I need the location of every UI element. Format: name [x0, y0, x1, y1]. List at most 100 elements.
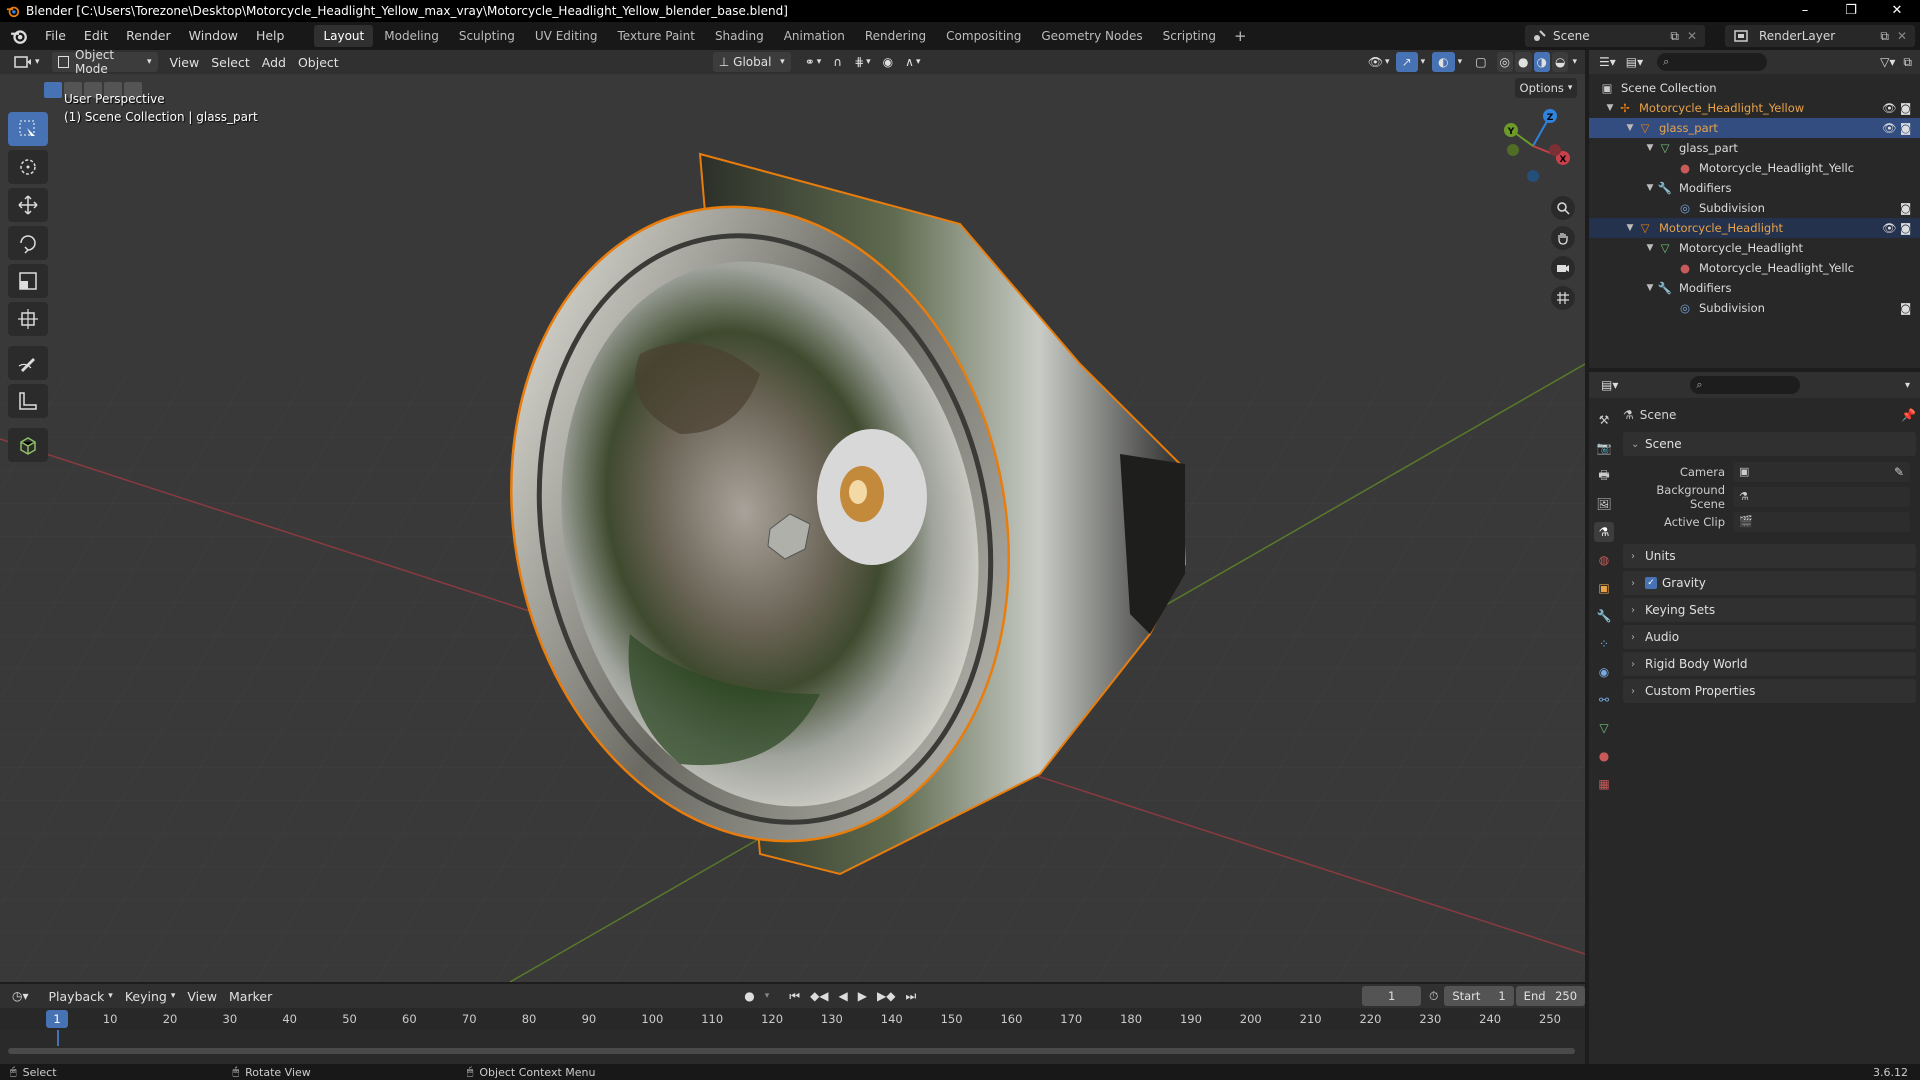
- view-layer-selector[interactable]: RenderLayer ⧉ ✕: [1725, 25, 1915, 47]
- add-cube-tool[interactable]: [8, 428, 48, 462]
- filter-icon[interactable]: ▽▾: [1880, 55, 1895, 69]
- scene-selector[interactable]: Scene ⧉ ✕: [1525, 25, 1705, 47]
- outliner-row-material[interactable]: ● Motorcycle_Headlight_Yellc: [1589, 258, 1920, 278]
- display-mode-icon[interactable]: ▤▾: [1626, 55, 1643, 69]
- object-tab-icon[interactable]: ▣: [1594, 578, 1614, 598]
- jump-end-icon[interactable]: ⏭: [905, 989, 916, 1004]
- texture-tab-icon[interactable]: ▦: [1594, 774, 1614, 794]
- output-tab-icon[interactable]: 🖶: [1594, 466, 1614, 486]
- eyedropper-icon[interactable]: ✎: [1894, 465, 1904, 479]
- annotate-tool[interactable]: [8, 346, 48, 380]
- outliner-search-input[interactable]: ⌕: [1657, 53, 1768, 71]
- expand-arrow-icon[interactable]: ▼: [1643, 183, 1657, 193]
- play-reverse-icon[interactable]: ◀: [839, 989, 848, 1004]
- playback-menu[interactable]: Playback ▾: [43, 986, 119, 1006]
- physics-tab-icon[interactable]: ◉: [1594, 662, 1614, 682]
- proportional-edit-toggle[interactable]: ◉: [877, 52, 899, 72]
- expand-arrow-icon[interactable]: ▼: [1643, 243, 1657, 253]
- gravity-checkbox[interactable]: ✓: [1645, 577, 1657, 589]
- pan-view-button[interactable]: [1551, 226, 1575, 250]
- outliner-row-subdivision[interactable]: ◎ Subdivision ◙: [1589, 198, 1920, 218]
- layer-new-icon[interactable]: ⧉: [1880, 29, 1889, 44]
- scene-panel-header[interactable]: ⌄ Scene: [1623, 432, 1916, 456]
- expand-arrow-icon[interactable]: ▼: [1643, 143, 1657, 153]
- outliner-row-modifiers[interactable]: ▼ 🔧 Modifiers: [1589, 178, 1920, 198]
- outliner-row-scene-collection[interactable]: ▣ Scene Collection: [1589, 78, 1920, 98]
- outliner-row-subdivision[interactable]: ◎ Subdivision ◙: [1589, 298, 1920, 318]
- rigid-body-world-panel-header[interactable]: › Rigid Body World: [1623, 652, 1916, 676]
- outliner-row-modifiers[interactable]: ▼ 🔧 Modifiers: [1589, 278, 1920, 298]
- menu-help[interactable]: Help: [247, 22, 294, 50]
- proportional-falloff-dropdown[interactable]: ∧ ▾: [899, 52, 926, 72]
- next-keyframe-icon[interactable]: ▶◆: [877, 989, 895, 1004]
- options-button[interactable]: Options ▾: [1515, 78, 1577, 98]
- visibility-dropdown[interactable]: 👁 ▾: [1362, 52, 1396, 72]
- auto-keying-button[interactable]: ●: [744, 989, 754, 1003]
- scene-remove-icon[interactable]: ✕: [1687, 29, 1697, 43]
- camera-render-icon[interactable]: ◙: [1900, 301, 1914, 315]
- tab-texture-paint[interactable]: Texture Paint: [609, 25, 704, 47]
- outliner-row-material[interactable]: ● Motorcycle_Headlight_Yellc: [1589, 158, 1920, 178]
- tab-modeling[interactable]: Modeling: [375, 25, 448, 47]
- data-tab-icon[interactable]: ▽: [1594, 718, 1614, 738]
- end-frame-field[interactable]: End 250: [1515, 986, 1586, 1006]
- expand-arrow-icon[interactable]: ▼: [1623, 123, 1637, 133]
- menu-file[interactable]: File: [36, 22, 75, 50]
- menu-view[interactable]: View: [164, 52, 206, 72]
- modifier-tab-icon[interactable]: 🔧: [1594, 606, 1614, 626]
- audio-panel-header[interactable]: › Audio: [1623, 625, 1916, 649]
- camera-render-icon[interactable]: ◙: [1900, 201, 1914, 215]
- transform-orientation-dropdown[interactable]: ⊥ Global ▾: [712, 52, 791, 72]
- material-shading-button[interactable]: ◑: [1533, 52, 1550, 72]
- expand-arrow-icon[interactable]: ▼: [1643, 283, 1657, 293]
- particles-tab-icon[interactable]: ⁘: [1594, 634, 1614, 654]
- menu-edit[interactable]: Edit: [75, 22, 117, 50]
- snap-toggle[interactable]: ∩: [827, 52, 848, 72]
- active-clip-field[interactable]: 🎬: [1733, 511, 1910, 532]
- units-panel-header[interactable]: › Units: [1623, 544, 1916, 568]
- tab-layout[interactable]: Layout: [314, 25, 374, 47]
- transform-tool[interactable]: [8, 302, 48, 336]
- mode-dropdown[interactable]: Object Mode ▾: [51, 48, 158, 76]
- timeline-scrollbar[interactable]: [8, 1048, 1575, 1054]
- overlay-dropdown-icon[interactable]: ▾: [1455, 57, 1466, 67]
- material-tab-icon[interactable]: ●: [1594, 746, 1614, 766]
- timeline-track[interactable]: [0, 1030, 1585, 1064]
- scene-tab-icon[interactable]: ⚗: [1594, 522, 1614, 542]
- select-mode-set-button[interactable]: [44, 82, 62, 98]
- keying-set-dropdown-icon[interactable]: ▾: [765, 991, 770, 1001]
- timeline-view-menu[interactable]: View: [181, 986, 223, 1006]
- background-scene-field[interactable]: ⚗: [1733, 486, 1910, 507]
- menu-window[interactable]: Window: [180, 22, 247, 50]
- measure-tool[interactable]: [8, 384, 48, 418]
- custom-properties-panel-header[interactable]: › Custom Properties: [1623, 679, 1916, 703]
- close-button[interactable]: ✕: [1874, 0, 1920, 22]
- current-frame-field[interactable]: 1: [1362, 986, 1421, 1006]
- outliner-editor-type-icon[interactable]: ☰▾: [1599, 55, 1616, 69]
- tab-sculpting[interactable]: Sculpting: [450, 25, 524, 47]
- tab-geometry-nodes[interactable]: Geometry Nodes: [1032, 25, 1151, 47]
- tab-animation[interactable]: Animation: [775, 25, 854, 47]
- tool-tab-icon[interactable]: ⚒: [1594, 410, 1614, 430]
- play-icon[interactable]: ▶: [858, 989, 867, 1004]
- scene-new-icon[interactable]: ⧉: [1670, 29, 1679, 44]
- ortho-toggle-button[interactable]: [1551, 286, 1575, 310]
- rotate-tool[interactable]: [8, 226, 48, 260]
- expand-arrow-icon[interactable]: ▼: [1603, 103, 1617, 113]
- jump-start-icon[interactable]: ⏮: [789, 989, 800, 1004]
- camera-field[interactable]: ▣ ✎: [1733, 461, 1910, 482]
- tab-scripting[interactable]: Scripting: [1154, 25, 1225, 47]
- menu-add[interactable]: Add: [256, 52, 292, 72]
- start-frame-field[interactable]: Start 1: [1444, 986, 1514, 1006]
- preview-range-icon[interactable]: ⏱: [1429, 989, 1438, 1004]
- gizmo-toggle[interactable]: ↗: [1395, 52, 1418, 72]
- maximize-button[interactable]: ❐: [1828, 0, 1874, 22]
- playhead-frame[interactable]: 1: [46, 1010, 68, 1028]
- camera-render-icon[interactable]: ◙: [1900, 121, 1914, 135]
- constraints-tab-icon[interactable]: ⚯: [1594, 690, 1614, 710]
- eye-icon[interactable]: 👁: [1882, 101, 1897, 115]
- tab-uv-editing[interactable]: UV Editing: [526, 25, 607, 47]
- add-workspace-button[interactable]: +: [1226, 27, 1255, 45]
- menu-render[interactable]: Render: [117, 22, 180, 50]
- outliner-row-mesh-data[interactable]: ▼ ▽ Motorcycle_Headlight: [1589, 238, 1920, 258]
